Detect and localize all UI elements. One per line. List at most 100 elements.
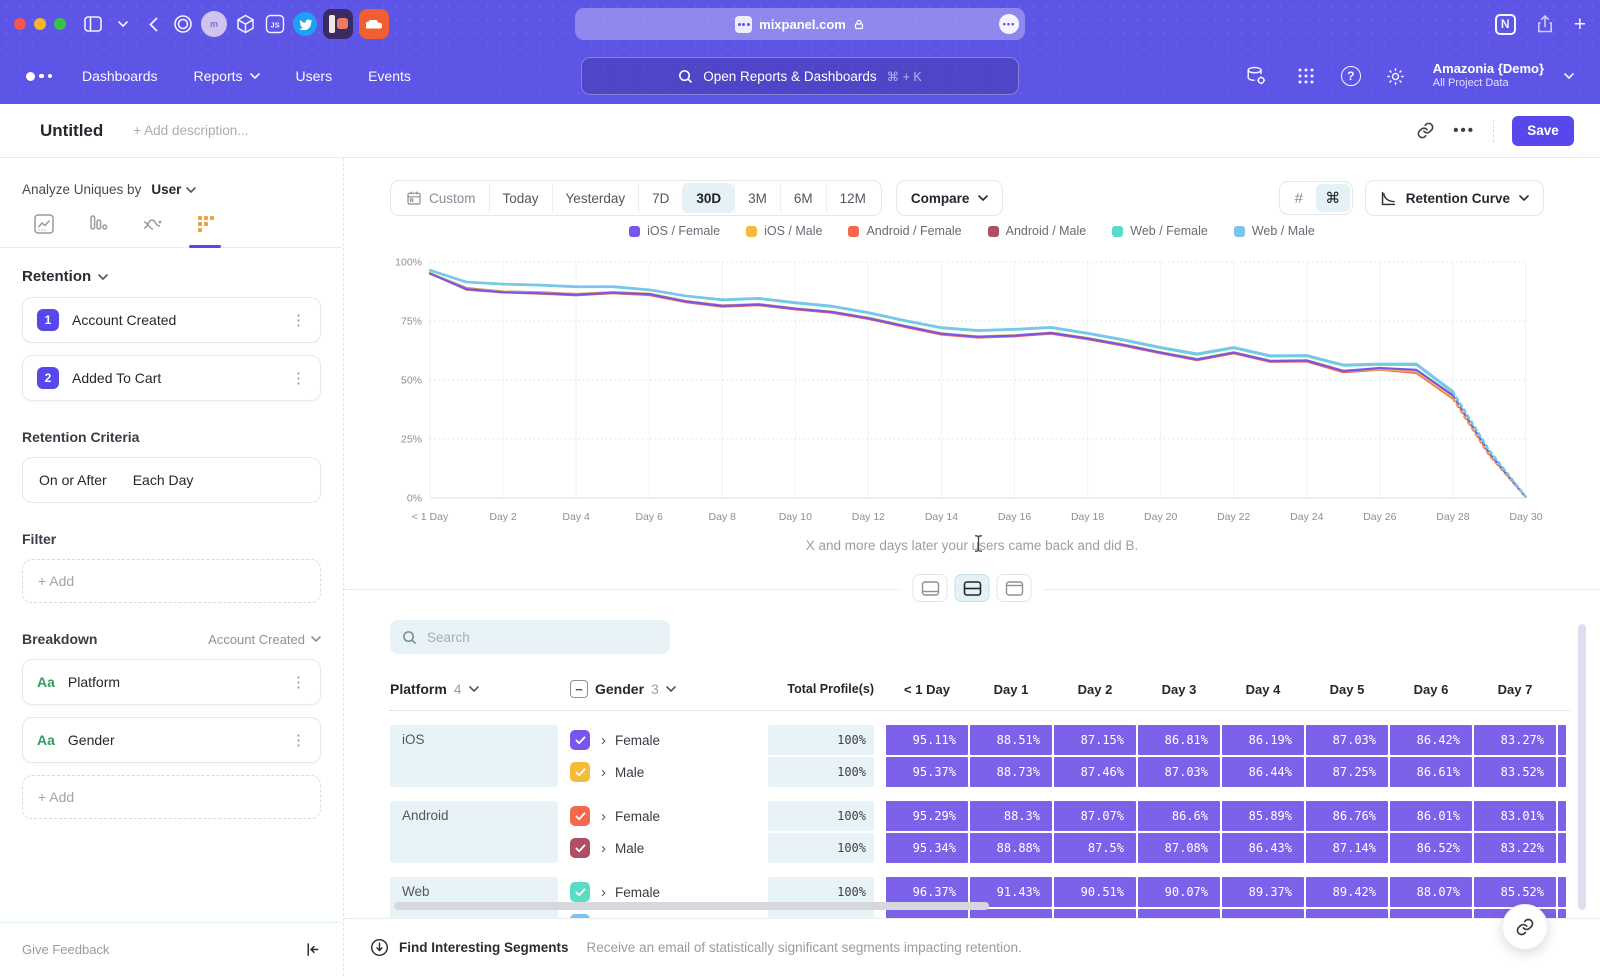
retention-cell[interactable]: 86.44% [1222,757,1304,787]
retention-cell[interactable]: 87.25% [1306,757,1388,787]
total-profiles-cell[interactable]: 100% [768,757,874,787]
day-column-header[interactable]: Day 3 [1138,682,1220,697]
chevron-down-icon[interactable] [110,11,136,37]
back-icon[interactable] [140,11,166,37]
retention-cell[interactable]: 89.37% [1222,877,1304,907]
retention-cell[interactable]: 83.52% [1474,757,1556,787]
criteria-condition[interactable]: On or After [39,472,107,488]
give-feedback-link[interactable]: Give Feedback [22,942,109,957]
nav-item-dashboards[interactable]: Dashboards [82,68,158,84]
global-search[interactable]: Open Reports & Dashboards ⌘ + K [581,57,1019,95]
retention-cell[interactable]: 88.73% [970,757,1052,787]
share-link-fab[interactable] [1502,904,1548,950]
range-yesterday[interactable]: Yesterday [552,183,639,213]
retention-criteria-card[interactable]: On or After Each Day [22,457,321,503]
app-icon-tab-purple[interactable] [323,9,353,39]
gender-column-header[interactable]: − Gender 3 [570,680,756,698]
range-6m[interactable]: 6M [780,183,826,213]
range-12m[interactable]: 12M [826,183,879,213]
retention-cell[interactable]: 86.6% [1138,801,1220,831]
event-step-added-to-cart[interactable]: 2Added To Cart⋮ [22,355,321,401]
horizontal-scrollbar[interactable] [394,902,989,910]
retention-cell[interactable]: 88.07% [1390,877,1472,907]
more-actions-icon[interactable]: ••• [1453,122,1475,139]
data-management-icon[interactable] [1243,63,1269,89]
apps-grid-icon[interactable] [1293,63,1319,89]
total-profiles-header[interactable]: Total Profile(s) [768,682,874,696]
range-today[interactable]: Today [489,183,552,213]
retention-cell[interactable]: 87.46% [1054,757,1136,787]
retention-cell[interactable]: 87.03% [1138,757,1220,787]
retention-cell[interactable]: 89.42% [1306,877,1388,907]
expand-chevron-icon[interactable]: › [601,808,606,825]
sidebar-toggle-icon[interactable] [80,11,106,37]
notion-icon[interactable]: N [1495,14,1516,35]
day-column-header[interactable]: < 1 Day [886,682,968,697]
retention-cell[interactable]: 85.52% [1474,877,1556,907]
percentage-toggle[interactable]: ⌘ [1316,184,1350,212]
nav-item-reports[interactable]: Reports [194,68,260,84]
retention-cell[interactable]: 91.41% [970,909,1052,918]
retention-cell[interactable]: 90.01% [1138,909,1220,918]
table-search-input[interactable] [427,630,627,645]
retention-cell[interactable]: 86.43% [1222,833,1304,863]
checkbox-ios-male[interactable] [570,762,590,782]
app-icon-cube[interactable] [232,11,258,37]
retention-cell[interactable]: 87.14% [1306,833,1388,863]
range-custom[interactable]: Custom [393,183,489,213]
retention-cell[interactable]: 96.34% [886,909,968,918]
breakdown-gender[interactable]: AaGender⋮ [22,717,321,763]
add-breakdown-button[interactable]: + Add [22,775,321,819]
project-chevron-icon[interactable] [1564,73,1574,79]
breakdown-target-dropdown[interactable]: Account Created [208,632,321,647]
chart-only-view-button[interactable] [913,574,948,602]
expand-chevron-icon[interactable]: › [601,884,606,901]
tab-retention[interactable] [184,213,228,235]
legend-item[interactable]: iOS / Female [629,224,720,238]
retention-cell[interactable]: 86.01% [1390,801,1472,831]
retention-cell[interactable]: 87.5% [1054,833,1136,863]
range-7d[interactable]: 7D [638,183,682,213]
minimize-window-button[interactable] [34,18,46,30]
extensions-icon[interactable]: ••• [999,14,1019,34]
nav-item-events[interactable]: Events [368,68,411,84]
table-search[interactable] [390,620,670,654]
legend-item[interactable]: iOS / Male [746,224,822,238]
event-step-account-created[interactable]: 1Account Created⋮ [22,297,321,343]
split-view-button[interactable] [955,574,990,602]
app-icon-tab-orange[interactable] [359,9,389,39]
legend-item[interactable]: Android / Female [848,224,961,238]
absolute-numbers-toggle[interactable]: # [1282,184,1316,212]
retention-cell[interactable]: 87.07% [1054,801,1136,831]
project-switcher[interactable]: Amazonia {Demo} All Project Data [1433,61,1544,91]
tab-funnels[interactable] [76,213,120,235]
app-icon-bird[interactable] [293,12,317,36]
close-window-button[interactable] [14,18,26,30]
breakdown-platform[interactable]: AaPlatform⋮ [22,659,321,705]
report-title[interactable]: Untitled [40,121,103,141]
legend-item[interactable]: Android / Male [988,224,1087,238]
retention-cell[interactable]: 83.22% [1474,833,1556,863]
checkbox-web-female[interactable] [570,882,590,902]
retention-cell[interactable]: 88.3% [970,801,1052,831]
mixpanel-logo[interactable] [26,72,52,81]
share-icon[interactable] [1532,11,1558,37]
tab-flows[interactable] [130,213,174,235]
retention-cell[interactable]: 87.08% [1138,833,1220,863]
retention-cell[interactable]: 86.61% [1390,757,1472,787]
legend-item[interactable]: Web / Male [1234,224,1315,238]
retention-cell[interactable]: 85.89% [1222,801,1304,831]
retention-cell[interactable]: 88.24% [1390,909,1472,918]
retention-cell[interactable]: 86.81% [1138,725,1220,755]
retention-cell[interactable]: 86.52% [1390,833,1472,863]
platform-column-header[interactable]: Platform 4 [390,681,558,697]
retention-cell[interactable]: 86.76% [1306,801,1388,831]
retention-cell[interactable]: 88.88% [970,833,1052,863]
retention-cell[interactable]: 83.01% [1474,801,1556,831]
retention-cell[interactable]: 89.48% [1306,909,1388,918]
total-profiles-cell[interactable]: 100% [768,909,874,918]
more-options-icon[interactable]: ⋮ [291,733,306,748]
range-3m[interactable]: 3M [734,183,780,213]
segments-title[interactable]: Find Interesting Segments [399,940,569,955]
day-column-header[interactable]: Day 1 [970,682,1052,697]
